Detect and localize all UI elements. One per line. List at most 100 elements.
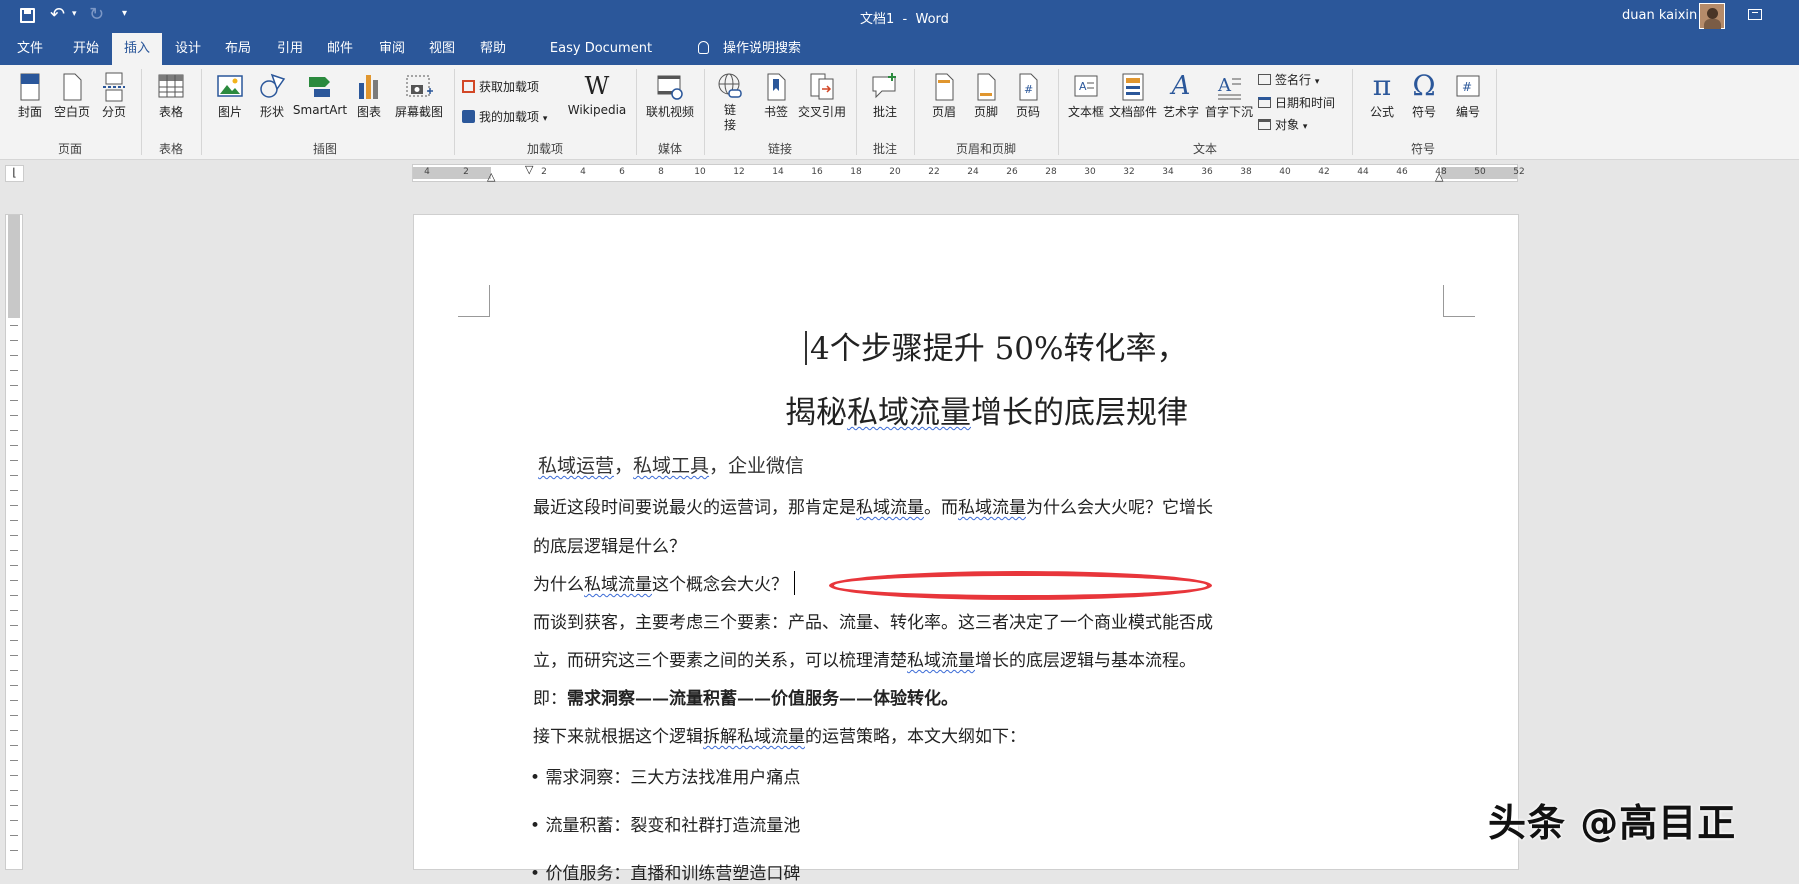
- vertical-ruler[interactable]: [5, 214, 23, 870]
- screenshot-button[interactable]: 屏幕截图: [390, 71, 448, 120]
- svg-text:A: A: [1217, 75, 1232, 96]
- drop-cap-button[interactable]: A 首字下沉: [1204, 71, 1254, 120]
- new-comment-button[interactable]: 批注: [864, 71, 906, 120]
- quick-parts-icon: [1122, 73, 1144, 101]
- smartart-button[interactable]: SmartArt: [292, 71, 348, 117]
- tab-easy-document-creator[interactable]: Easy Document Creator: [526, 33, 676, 88]
- tab-home[interactable]: 开始: [64, 33, 108, 65]
- text-cursor-ibeam: [805, 331, 807, 365]
- footer-button[interactable]: 页脚: [966, 71, 1006, 120]
- paragraph-5: 接下来就根据这个逻辑拆解私域流量的运营策略，本文大纲如下：: [533, 727, 1026, 747]
- cover-page-icon: [20, 73, 40, 101]
- user-name[interactable]: duan kaixin: [1622, 8, 1697, 23]
- chevron-down-icon: ▾: [1314, 77, 1320, 87]
- bullet-dot: •: [530, 816, 541, 836]
- tab-view[interactable]: 视图: [420, 33, 464, 65]
- ruler-top-margin: [8, 215, 20, 318]
- horizontal-ruler[interactable]: 4 2 2 4 6 8 10 12 14 16 18 20 22 24 26 28 30 32 34 36 38 40 42…: [412, 164, 1525, 182]
- tab-review[interactable]: 审阅: [370, 33, 414, 65]
- online-video-button[interactable]: 联机视频: [644, 71, 696, 120]
- svg-text:#: #: [1024, 83, 1033, 96]
- group-label-tables: 表格: [158, 142, 183, 156]
- ruler-number: 30: [1084, 167, 1096, 177]
- pictures-button[interactable]: 图片: [210, 71, 250, 120]
- symbol-button[interactable]: Ω 符号: [1404, 71, 1444, 120]
- my-addins-button[interactable]: 我的加载项 ▾: [462, 108, 547, 125]
- first-line-indent-marker[interactable]: ▽: [525, 164, 533, 175]
- table-icon: [158, 74, 184, 98]
- red-annotation-ellipse: [829, 571, 1212, 600]
- paragraph-4: 即：需求洞察——流量积蓄——价值服务——体验转化。: [533, 689, 958, 709]
- bullet-item-2: • 流量积蓄：裂变和社群打造流量池: [530, 816, 801, 836]
- tell-me-search[interactable]: 操作说明搜索: [720, 33, 804, 65]
- tab-references[interactable]: 引用: [268, 33, 312, 65]
- header-button[interactable]: 页眉: [924, 71, 964, 120]
- group-label-addins: 加载项: [526, 142, 563, 156]
- undo-dropdown-icon[interactable]: ▾: [72, 9, 77, 19]
- tab-layout[interactable]: 布局: [216, 33, 260, 65]
- left-indent-marker[interactable]: △: [487, 171, 495, 182]
- tab-design[interactable]: 设计: [166, 33, 210, 65]
- bullet-dot: •: [530, 864, 541, 884]
- chart-button[interactable]: 图表: [352, 71, 386, 120]
- cross-reference-icon: [810, 73, 834, 100]
- ruler-ticks: [10, 325, 18, 865]
- ruler-number: 26: [1006, 167, 1018, 177]
- page-break-button[interactable]: 分页: [96, 71, 132, 120]
- ruler-number: 36: [1201, 167, 1213, 177]
- shapes-button[interactable]: 形状: [254, 71, 290, 120]
- table-button[interactable]: 表格: [152, 71, 190, 120]
- tab-mailings[interactable]: 邮件: [318, 33, 362, 65]
- tab-help[interactable]: 帮助: [471, 33, 515, 65]
- smartart-icon: [309, 77, 330, 97]
- ruler-number: 8: [658, 167, 664, 177]
- undo-icon[interactable]: ↶: [50, 4, 65, 25]
- group-label-comments: 批注: [872, 142, 897, 156]
- group-separator: [1058, 69, 1059, 155]
- object-button[interactable]: 对象 ▾: [1258, 116, 1307, 133]
- wordart-button[interactable]: A 艺术字: [1160, 71, 1202, 120]
- date-time-button[interactable]: 日期和时间: [1258, 94, 1335, 111]
- save-icon[interactable]: [20, 8, 35, 23]
- page-number-icon: #: [1019, 73, 1038, 101]
- cross-reference-button[interactable]: 交叉引用: [796, 71, 848, 120]
- bookmark-icon: [767, 73, 786, 101]
- tab-file[interactable]: 文件: [8, 33, 52, 65]
- text-box-button[interactable]: A 文本框: [1064, 71, 1108, 120]
- group-label-header-footer: 页眉和页脚: [955, 142, 1016, 156]
- omega-icon: Ω: [1412, 69, 1436, 102]
- signature-line-button[interactable]: 签名行 ▾: [1258, 71, 1319, 88]
- page-number-button[interactable]: # 页码: [1008, 71, 1048, 120]
- number-button[interactable]: # 编号: [1448, 71, 1488, 120]
- screenshot-icon: [406, 75, 433, 97]
- ruler-number: 14: [772, 167, 784, 177]
- ribbon-display-icon[interactable]: [1748, 9, 1762, 20]
- number-icon: #: [1456, 75, 1480, 97]
- ruler-number: 12: [733, 167, 745, 177]
- keywords-line: 私域运营，私域工具，企业微信: [538, 455, 805, 477]
- blank-page-button[interactable]: 空白页: [52, 71, 92, 120]
- right-indent-marker[interactable]: △: [1435, 171, 1443, 182]
- group-separator: [914, 69, 915, 155]
- avatar[interactable]: [1699, 3, 1725, 29]
- group-separator: [201, 69, 202, 155]
- ruler-number: 22: [928, 167, 940, 177]
- equation-button[interactable]: π 公式: [1362, 71, 1402, 120]
- cover-page-button[interactable]: 封面: [12, 71, 48, 120]
- customize-qat-icon[interactable]: ▾: [122, 8, 127, 19]
- redo-icon[interactable]: ↻: [89, 4, 104, 25]
- wikipedia-button[interactable]: W Wikipedia: [564, 71, 630, 117]
- bookmark-button[interactable]: 书签: [756, 71, 796, 120]
- get-addins-button[interactable]: 获取加载项: [462, 78, 539, 95]
- wordart-icon: A: [1171, 71, 1191, 101]
- link-button[interactable]: 链 接: [714, 71, 746, 133]
- quick-parts-button[interactable]: 文档部件: [1108, 71, 1158, 120]
- shapes-icon: [260, 73, 286, 98]
- window-title: 文档1 - Word: [860, 12, 949, 27]
- tab-selector[interactable]: ⌊: [5, 165, 24, 182]
- page-break-icon: [103, 72, 125, 102]
- tab-insert[interactable]: 插入: [112, 33, 162, 65]
- text-box-icon: A: [1074, 75, 1098, 97]
- group-separator: [856, 69, 857, 155]
- document-page[interactable]: 4个步骤提升 50%转化率， 揭秘私域流量增长的底层规律 私域运营，私域工具，企…: [413, 214, 1519, 884]
